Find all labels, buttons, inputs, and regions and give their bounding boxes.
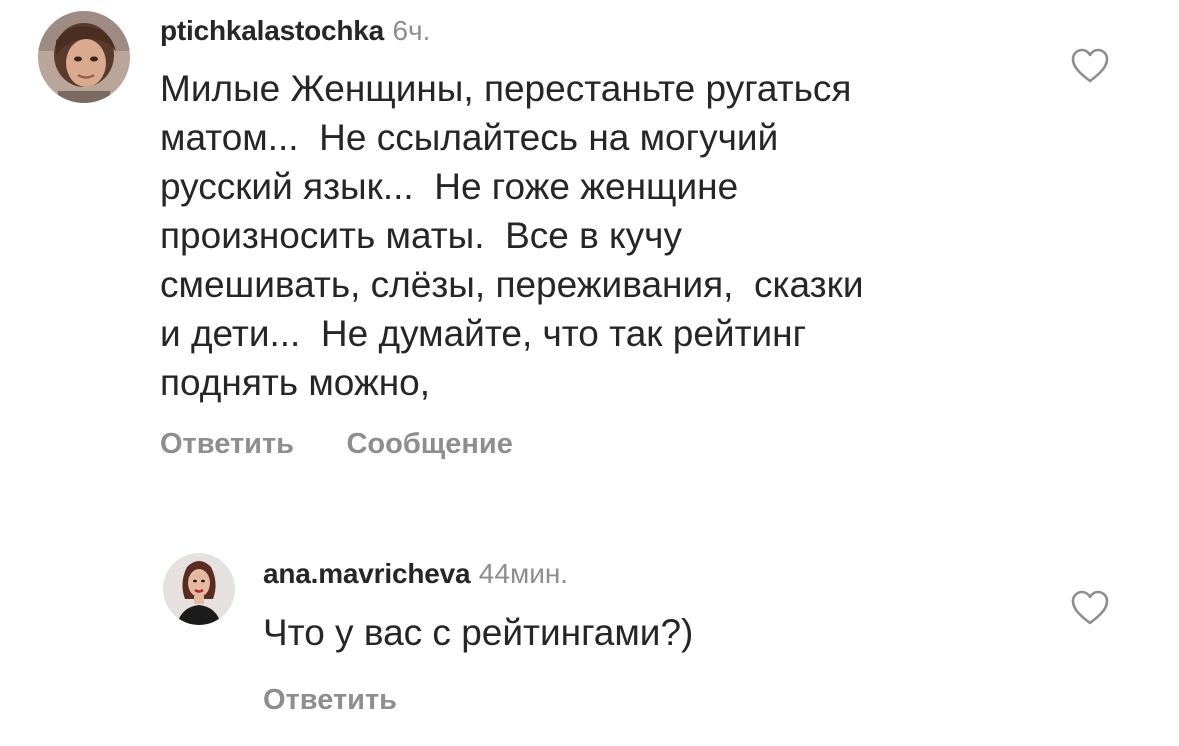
avatar[interactable] — [38, 11, 130, 103]
username[interactable]: ptichkalastochka — [160, 15, 384, 46]
comment-actions: Ответить — [263, 684, 445, 717]
comment-header: ana.mavricheva 44мин. — [263, 560, 568, 588]
username[interactable]: ana.mavricheva — [263, 558, 471, 589]
comment-text: Милые Женщины, перестаньте ругаться мато… — [160, 68, 864, 403]
comment-text: Что у вас с рейтингами?) — [263, 612, 694, 653]
comment-header: ptichkalastochka 6ч. — [160, 17, 430, 45]
heart-outline-icon[interactable] — [1071, 590, 1109, 626]
reply-button[interactable]: Ответить — [263, 684, 397, 717]
reply-button[interactable]: Ответить — [160, 428, 294, 461]
heart-outline-icon[interactable] — [1071, 48, 1109, 84]
timestamp: 44мин. — [478, 558, 569, 589]
comment-actions: Ответить Сообщение — [160, 428, 561, 461]
message-button[interactable]: Сообщение — [346, 428, 512, 461]
timestamp: 6ч. — [392, 15, 431, 46]
avatar[interactable] — [163, 553, 235, 625]
